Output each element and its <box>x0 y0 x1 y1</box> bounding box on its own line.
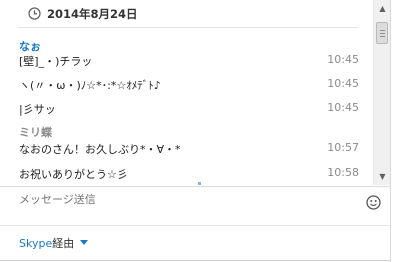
window-edge <box>390 0 400 262</box>
scroll-down-icon[interactable]: ▼ <box>374 168 391 185</box>
splitter-handle[interactable] <box>198 182 201 185</box>
scroll-thumb[interactable] <box>376 22 388 44</box>
sender-name[interactable]: なぉ <box>19 38 41 54</box>
message-text: お祝いありがとう☆彡 <box>19 168 128 181</box>
message-text: ヽ(〃・ω・)ﾉ☆*･:*☆ｵﾒﾃﾞﾄ♪ <box>19 79 161 92</box>
message-text: |彡サッ <box>19 103 56 116</box>
message-text: なおのさん！お久しぶり*・∀・* <box>19 143 181 156</box>
footer-bar: Skype 経由 <box>0 225 390 262</box>
message-time: 10:45 <box>327 77 359 90</box>
message-row: [壁]_・)チラッ 10:45 <box>19 53 359 69</box>
chevron-down-icon[interactable] <box>80 240 89 246</box>
via-brand-label: Skype <box>19 236 53 250</box>
message-time: 10:45 <box>327 53 359 66</box>
message-row: |彡サッ 10:45 <box>19 101 359 117</box>
chat-history[interactable]: 2014年8月24日 なぉ [壁]_・)チラッ 10:45 ヽ(〃・ω・)ﾉ☆*… <box>0 0 373 185</box>
message-row: なおのさん！お久しぶり*・∀・* 10:57 <box>19 141 359 157</box>
vertical-scrollbar[interactable]: ▲ ▼ <box>373 0 390 185</box>
via-suffix-label: 経由 <box>52 237 75 250</box>
compose-area <box>0 186 390 224</box>
clock-icon <box>28 7 41 20</box>
scroll-up-icon[interactable]: ▲ <box>374 0 391 17</box>
message-text: [壁]_・)チラッ <box>19 55 93 68</box>
message-row: お祝いありがとう☆彡 10:58 <box>19 166 359 182</box>
message-input[interactable] <box>19 194 349 206</box>
divider <box>0 260 390 261</box>
date-header: 2014年8月24日 <box>18 0 358 28</box>
message-time: 10:58 <box>327 166 359 179</box>
via-skype-selector[interactable]: Skype 経由 <box>19 235 89 251</box>
message-time: 10:57 <box>327 141 359 154</box>
message-row: ヽ(〃・ω・)ﾉ☆*･:*☆ｵﾒﾃﾞﾄ♪ 10:45 <box>19 77 359 93</box>
sender-name[interactable]: ミリ蝶 <box>19 124 52 140</box>
date-label: 2014年8月24日 <box>47 6 138 21</box>
message-time: 10:45 <box>327 101 359 114</box>
smiley-icon[interactable] <box>366 195 381 210</box>
